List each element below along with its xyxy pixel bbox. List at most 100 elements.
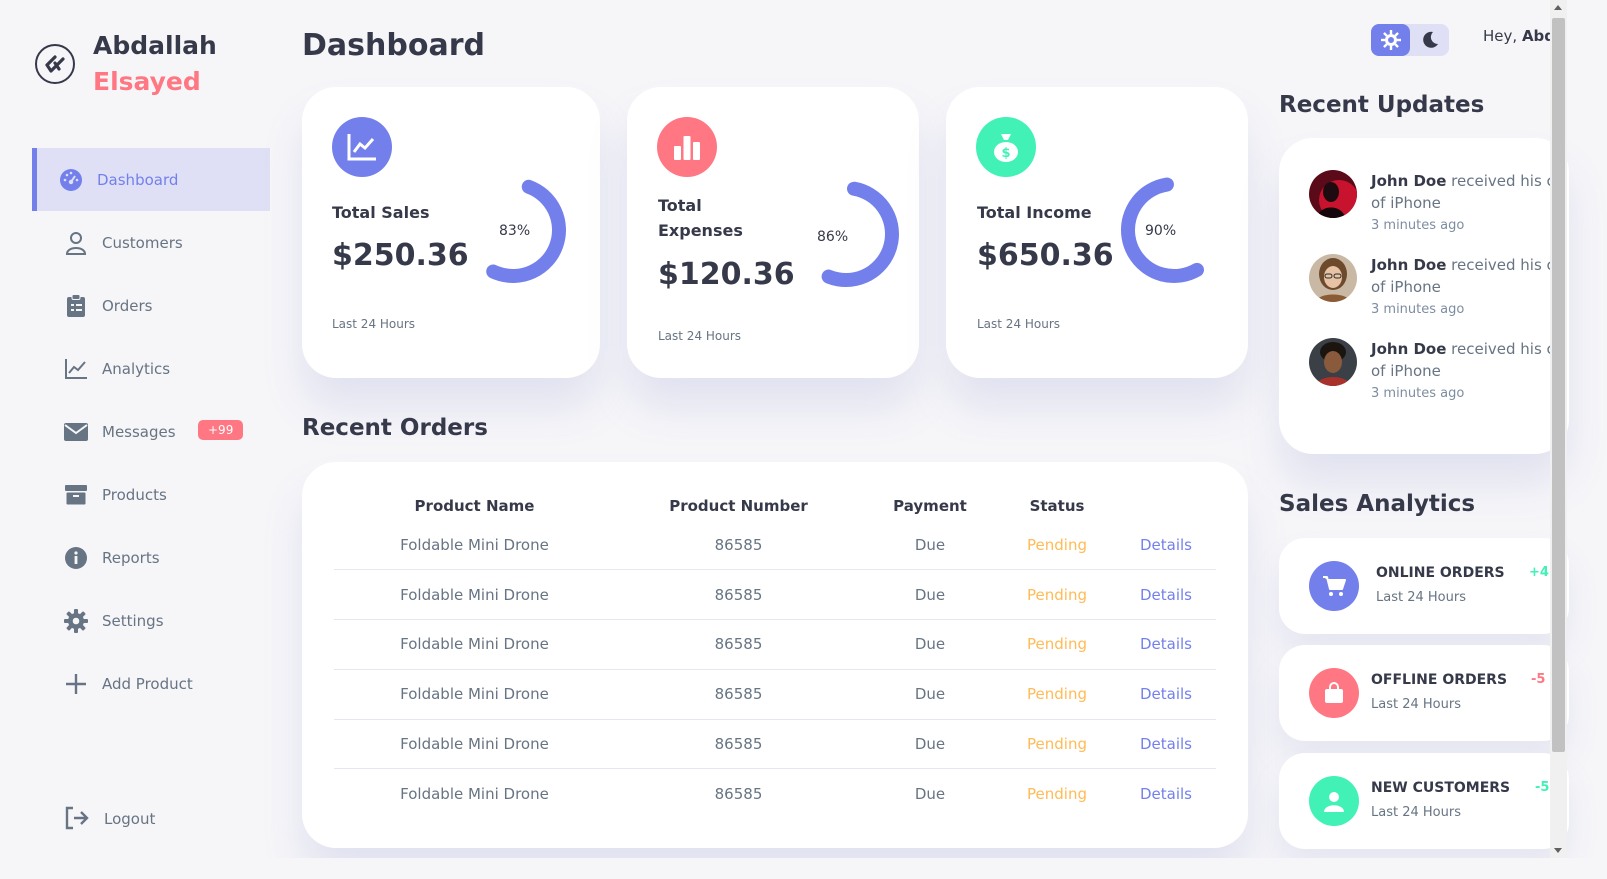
status: Pending [1027, 785, 1087, 804]
box-icon [64, 483, 88, 507]
payment: Due [862, 669, 998, 720]
mail-icon [64, 420, 88, 444]
sa-delta: +4 [1529, 565, 1549, 580]
sidebar-item-label: Reports [102, 548, 160, 567]
bar-chart-icon [657, 117, 717, 177]
update-name: John Doe [1371, 340, 1447, 358]
sa-delta: -5 [1531, 672, 1546, 687]
card-subtitle: Last 24 Hours [658, 329, 742, 343]
recent-updates-card: John Doe received his c of iPhone 3 minu… [1279, 138, 1569, 454]
card-title: Total Sales [332, 203, 430, 222]
sidebar-item-reports[interactable]: Reports [32, 526, 270, 589]
sidebar-item-customers[interactable]: Customers [32, 211, 270, 274]
details-link[interactable]: Details [1116, 719, 1216, 770]
column-header: Status [1029, 497, 1085, 515]
vertical-scrollbar[interactable] [1550, 0, 1567, 858]
table-header-row: Product Name Product Number Payment Stat… [334, 492, 1216, 520]
sa-subtitle: Last 24 Hours [1376, 590, 1466, 605]
chart-line-icon [64, 357, 88, 381]
product-name: Foldable Mini Drone [334, 520, 615, 571]
card-subtitle: Last 24 Hours [977, 317, 1061, 331]
details-link[interactable]: Details [1116, 619, 1216, 670]
product-number: 86585 [615, 619, 862, 670]
messages-badge: +99 [198, 420, 244, 440]
details-link[interactable]: Details [1116, 769, 1216, 819]
product-number: 86585 [615, 669, 862, 720]
details-link[interactable]: Details [1116, 569, 1216, 621]
card-value: $120.36 [658, 257, 795, 292]
plus-icon [64, 672, 88, 696]
brand[interactable]: Abdallah Elsayed [35, 28, 217, 100]
payment: Due [862, 719, 998, 770]
scrollbar-thumb[interactable] [1552, 18, 1565, 752]
details-link[interactable]: Details [1116, 520, 1216, 571]
update-text: John Doe received his c of iPhone 3 minu… [1371, 170, 1569, 238]
sidebar-item-products[interactable]: Products [32, 463, 270, 526]
sidebar: Abdallah Elsayed Dashboard Customers Ord… [0, 0, 275, 879]
table-row: Foldable Mini Drone 86585 Due Pending De… [334, 619, 1216, 670]
status: Pending [998, 569, 1116, 621]
scroll-up-arrow[interactable] [1554, 5, 1562, 10]
payment: Due [862, 520, 998, 571]
sa-subtitle: Last 24 Hours [1371, 697, 1461, 712]
sidebar-item-add-product[interactable]: Add Product [32, 652, 270, 715]
page-title: Dashboard [302, 28, 485, 63]
details-link[interactable]: Details [1116, 669, 1216, 720]
sa-delta: -5 [1535, 780, 1550, 795]
person-icon [64, 231, 88, 255]
logo-icon [35, 44, 75, 84]
card-title: Total Income [977, 203, 1092, 222]
greeting-text: Hey, [1483, 27, 1518, 45]
sidebar-item-settings[interactable]: Settings [32, 589, 270, 652]
sidebar-item-label: Customers [102, 233, 183, 252]
gear-icon [64, 608, 88, 633]
product-number: 86585 [615, 520, 862, 571]
sidebar-item-messages[interactable]: Messages +99 [32, 400, 270, 463]
logout-label: Logout [104, 810, 156, 828]
page-bottom-strip [0, 858, 1607, 879]
clipboard-icon [64, 293, 88, 318]
avatar [1309, 170, 1357, 218]
recent-orders-table-card: Product Name Product Number Payment Stat… [302, 462, 1248, 848]
recent-orders-title: Recent Orders [302, 415, 488, 441]
card-percent: 86% [817, 229, 849, 245]
total-sales-card: Total Sales $250.36 83% Last 24 Hours [302, 87, 600, 378]
total-income-card: $ Total Income $650.36 90% Last 24 Hours [946, 87, 1248, 378]
theme-toggle[interactable] [1371, 24, 1449, 56]
sa-subtitle: Last 24 Hours [1371, 805, 1461, 820]
sun-icon[interactable] [1371, 24, 1410, 56]
payment: Due [862, 619, 998, 670]
update-name: John Doe [1371, 256, 1447, 274]
info-icon [64, 546, 88, 570]
scroll-down-arrow[interactable] [1554, 848, 1562, 853]
moon-icon[interactable] [1410, 24, 1449, 56]
payment: Due [862, 569, 998, 621]
sidebar-item-label: Analytics [102, 359, 171, 378]
sales-analytics-title: Sales Analytics [1279, 491, 1476, 517]
column-header: Payment [893, 497, 967, 515]
column-header-empty [1116, 492, 1216, 520]
new-customers-item[interactable]: NEW CUSTOMERS Last 24 Hours -5 [1279, 753, 1569, 849]
card-title: Total Expenses [658, 196, 743, 240]
product-name: Foldable Mini Drone [334, 669, 615, 720]
dashboard-icon [59, 168, 83, 192]
svg-text:$: $ [1001, 146, 1010, 161]
sidebar-item-dashboard[interactable]: Dashboard [32, 148, 270, 211]
person-icon [1309, 776, 1359, 826]
payment: Due [914, 785, 946, 804]
offline-orders-item[interactable]: OFFLINE ORDERS Last 24 Hours -5 [1279, 645, 1569, 741]
status: Pending [998, 520, 1116, 571]
table-row: Foldable Mini Drone 86585 Due Pending De… [334, 769, 1216, 819]
update-text: John Doe received his c of iPhone 3 minu… [1371, 254, 1569, 322]
sidebar-item-analytics[interactable]: Analytics [32, 337, 270, 400]
total-expenses-card: Total Expenses $120.36 86% Last 24 Hours [627, 87, 919, 378]
money-bag-icon: $ [976, 117, 1036, 177]
update-message: received his c [1446, 256, 1555, 274]
sidebar-item-label: Dashboard [97, 170, 179, 189]
profile-greeting[interactable]: Hey, Abd [1483, 27, 1555, 45]
sidebar-item-label: Products [102, 485, 167, 504]
status: Pending [998, 619, 1116, 670]
logout-button[interactable]: Logout [64, 806, 155, 832]
sidebar-item-orders[interactable]: Orders [32, 274, 270, 337]
online-orders-item[interactable]: ONLINE ORDERS Last 24 Hours +4 [1279, 538, 1569, 634]
